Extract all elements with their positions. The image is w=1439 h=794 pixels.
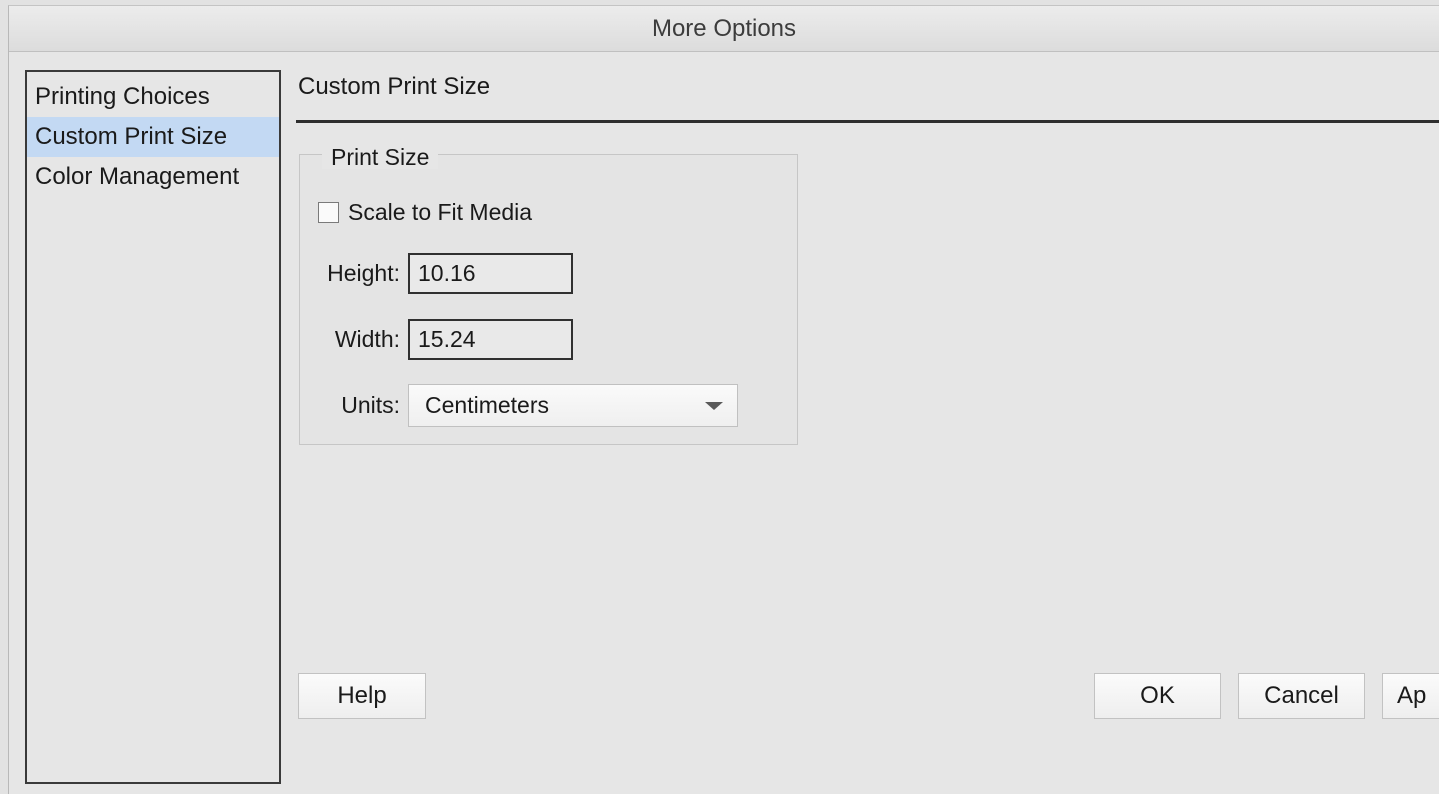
ok-button-label: OK (1140, 682, 1175, 709)
height-label: Height: (327, 260, 400, 286)
scale-to-fit-option[interactable]: Scale to Fit Media (318, 199, 532, 226)
sidebar-item-printing-choices[interactable]: Printing Choices (27, 77, 279, 117)
sidebar-item-label: Custom Print Size (35, 123, 228, 150)
apply-button-label: Ap (1397, 682, 1427, 709)
sidebar-item-label: Color Management (35, 163, 240, 190)
apply-button[interactable]: Ap (1382, 673, 1439, 719)
units-selected-value: Centimeters (425, 392, 549, 418)
units-label: Units: (341, 392, 400, 418)
more-options-dialog: More Options Printing Choices Custom Pri… (8, 5, 1439, 794)
options-sidebar: Printing Choices Custom Print Size Color… (25, 70, 281, 784)
cancel-button-label: Cancel (1264, 682, 1339, 709)
width-row: Width: (300, 319, 797, 360)
width-label: Width: (334, 326, 400, 352)
section-divider (296, 120, 1439, 123)
units-row: Units: Centimeters (300, 384, 797, 427)
help-button[interactable]: Help (298, 673, 426, 719)
sidebar-item-custom-print-size[interactable]: Custom Print Size (27, 117, 279, 157)
print-size-group: Print Size Scale to Fit Media Height: Wi… (299, 145, 798, 445)
units-dropdown[interactable]: Centimeters (408, 384, 738, 427)
help-button-label: Help (337, 682, 387, 709)
scale-to-fit-checkbox[interactable] (318, 202, 339, 223)
height-field[interactable] (408, 253, 573, 294)
width-field[interactable] (408, 319, 573, 360)
sidebar-item-label: Printing Choices (35, 83, 210, 110)
print-size-legend: Print Size (322, 145, 439, 169)
sidebar-item-color-management[interactable]: Color Management (27, 157, 279, 197)
dialog-titlebar: More Options (9, 6, 1439, 52)
section-title: Custom Print Size (298, 73, 491, 100)
chevron-down-icon (705, 401, 723, 410)
scale-to-fit-label: Scale to Fit Media (348, 199, 533, 225)
height-row: Height: (300, 253, 797, 294)
dialog-title: More Options (651, 14, 797, 42)
ok-button[interactable]: OK (1094, 673, 1221, 719)
cancel-button[interactable]: Cancel (1238, 673, 1365, 719)
